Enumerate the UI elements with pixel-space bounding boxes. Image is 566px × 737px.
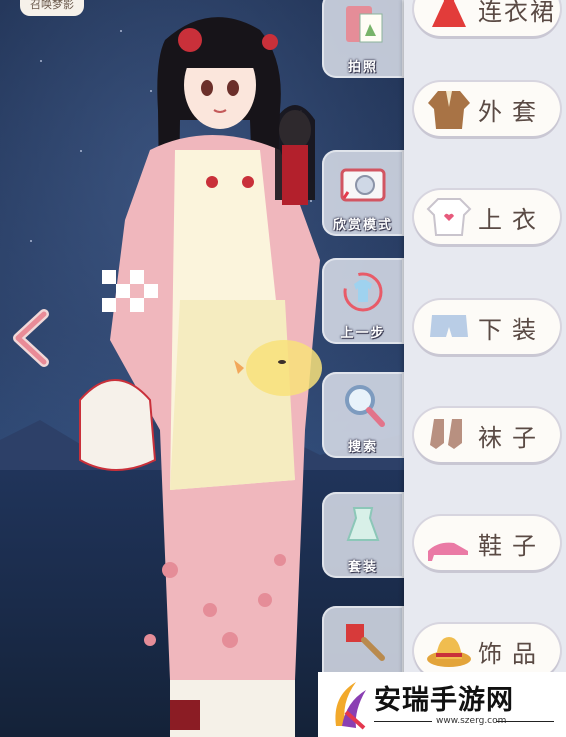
bird-mascot: [234, 340, 322, 396]
tool-search-label: 搜索: [347, 440, 378, 455]
tool-undo-label: 上一步: [340, 326, 386, 341]
category-top-label: 上衣: [478, 206, 546, 234]
camera-icon: [340, 168, 386, 202]
category-dress-label: 连衣裙: [478, 0, 556, 26]
watermark-title: 安瑞手游网: [374, 685, 514, 716]
category-shoes-label: 鞋子: [478, 532, 546, 560]
undo-shirt-icon: [343, 272, 383, 312]
tool-photo-mode-label: 欣赏模式: [332, 218, 393, 233]
tool-notebook-button[interactable]: 拍照: [322, 0, 404, 78]
tool-outfit-button[interactable]: 套装: [322, 492, 404, 578]
category-top-button[interactable]: 上衣: [414, 190, 560, 244]
category-panel: 连衣裙 外套 上衣 下装 袜子 鞋子 饰品: [404, 0, 566, 737]
coat-icon: [428, 91, 470, 129]
tool-notebook-label: 拍照: [347, 60, 378, 75]
dress-icon: [432, 0, 466, 27]
category-coat-button[interactable]: 外套: [414, 82, 560, 136]
tool-search-button[interactable]: 搜索: [322, 372, 404, 458]
heels-icon: [428, 542, 468, 561]
category-bottom-label: 下装: [478, 316, 546, 344]
tool-photo-mode-button[interactable]: 欣赏模式: [322, 150, 404, 236]
dress-set-icon: [346, 507, 380, 541]
category-accessory-label: 饰品: [478, 640, 546, 668]
top-label-tag: 召唤梦影: [20, 0, 84, 16]
tshirt-icon: [426, 198, 472, 236]
shorts-icon: [430, 315, 468, 337]
category-shoes-button[interactable]: 鞋子: [414, 516, 560, 570]
tool-undo-button[interactable]: 上一步: [322, 258, 404, 344]
magnifier-icon: [345, 385, 385, 427]
socks-icon: [430, 419, 462, 449]
watermark-divider-left: [374, 721, 432, 722]
category-bottom-button[interactable]: 下装: [414, 300, 560, 354]
category-accessory-button[interactable]: 饰品: [414, 624, 560, 678]
category-socks-button[interactable]: 袜子: [414, 408, 560, 462]
tool-outfit-label: 套装: [347, 560, 378, 575]
chevron-left-icon: [13, 309, 49, 367]
hat-icon: [427, 637, 471, 667]
category-coat-label: 外套: [478, 98, 546, 126]
tool-column: 拍照 欣赏模式 上一步 搜索 套装: [322, 0, 406, 737]
watermark-divider-right: [496, 721, 554, 722]
notebook-icon: [346, 6, 383, 43]
paint-brush-icon: [346, 624, 385, 661]
back-arrow-button[interactable]: [10, 308, 54, 368]
watermark-logo-icon: [335, 682, 366, 730]
site-watermark: 安瑞手游网 www.szerg.com: [318, 672, 566, 737]
category-dress-button[interactable]: 连衣裙: [414, 0, 560, 36]
category-socks-label: 袜子: [478, 424, 546, 452]
